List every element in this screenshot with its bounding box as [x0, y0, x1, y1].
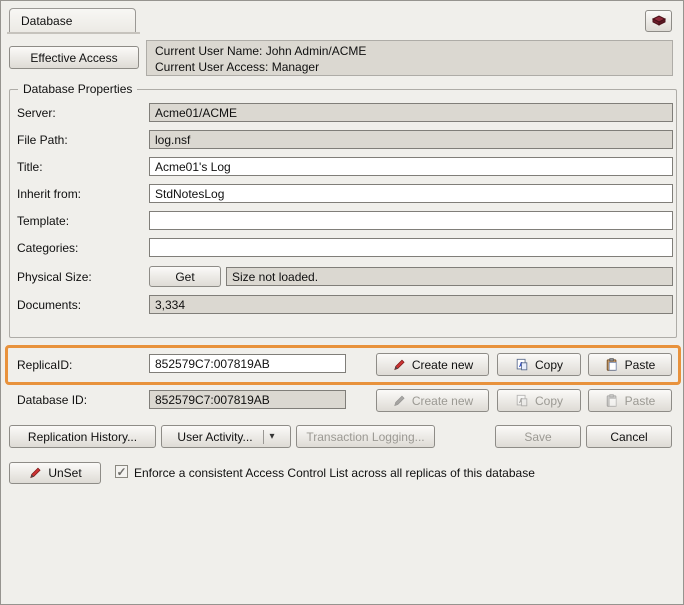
categories-field[interactable]: [149, 238, 673, 257]
replica-copy-button[interactable]: A Copy: [497, 353, 581, 376]
acl-checkbox[interactable]: ✓: [115, 465, 128, 478]
database-copy-label: Copy: [535, 394, 563, 408]
server-label: Server:: [17, 106, 56, 120]
inherit-from-field[interactable]: [149, 184, 673, 203]
replica-paste-button[interactable]: Paste: [588, 353, 672, 376]
title-label: Title:: [17, 160, 43, 174]
documents-label: Documents:: [17, 298, 81, 312]
replica-paste-label: Paste: [625, 358, 656, 372]
title-field[interactable]: [149, 157, 673, 176]
properties-icon: [651, 13, 667, 29]
replica-create-new-label: Create new: [412, 358, 473, 372]
database-copy-button[interactable]: A Copy: [497, 389, 581, 412]
database-properties-window: Database Effective Access Current User N…: [0, 0, 684, 605]
replica-id-label: ReplicaID:: [17, 358, 72, 372]
copy-icon: A: [515, 358, 529, 372]
paste-icon: [605, 358, 619, 372]
properties-icon-button[interactable]: [645, 10, 672, 32]
database-paste-label: Paste: [625, 394, 656, 408]
database-paste-button[interactable]: Paste: [588, 389, 672, 412]
physical-size-label: Physical Size:: [17, 270, 92, 284]
template-field[interactable]: [149, 211, 673, 230]
file-path-field: [149, 130, 673, 149]
tab-database[interactable]: Database: [9, 8, 136, 32]
acl-checkbox-label: Enforce a consistent Access Control List…: [134, 466, 535, 480]
user-activity-label: User Activity...: [177, 430, 252, 444]
pen-icon: [392, 394, 406, 408]
copy-icon: A: [515, 394, 529, 408]
pen-icon: [28, 466, 42, 480]
categories-label: Categories:: [17, 241, 78, 255]
current-user-info: Current User Name: John Admin/ACME Curre…: [146, 40, 673, 76]
physical-size-field: [226, 267, 673, 286]
chevron-down-icon: ▾: [270, 431, 275, 442]
server-field: [149, 103, 673, 122]
transaction-logging-button[interactable]: Transaction Logging...: [296, 425, 435, 448]
check-icon: ✓: [116, 467, 126, 477]
template-label: Template:: [17, 214, 69, 228]
database-create-new-label: Create new: [412, 394, 473, 408]
unset-label: UnSet: [48, 466, 81, 480]
current-user-name: Current User Name: John Admin/ACME: [155, 43, 664, 59]
replica-copy-label: Copy: [535, 358, 563, 372]
tab-database-label: Database: [21, 14, 72, 28]
save-button[interactable]: Save: [495, 425, 581, 448]
documents-field: [149, 295, 673, 314]
pen-icon: [392, 358, 406, 372]
inherit-from-label: Inherit from:: [17, 187, 81, 201]
replica-id-field[interactable]: [149, 354, 346, 373]
effective-access-button[interactable]: Effective Access: [9, 46, 139, 69]
current-user-access: Current User Access: Manager: [155, 59, 664, 75]
unset-button[interactable]: UnSet: [9, 462, 101, 484]
file-path-label: File Path:: [17, 133, 68, 147]
database-create-new-button[interactable]: Create new: [376, 389, 489, 412]
group-title: Database Properties: [18, 82, 137, 96]
replication-history-button[interactable]: Replication History...: [9, 425, 156, 448]
database-id-field: [149, 390, 346, 409]
paste-icon: [605, 394, 619, 408]
replica-create-new-button[interactable]: Create new: [376, 353, 489, 376]
get-button[interactable]: Get: [149, 266, 221, 287]
tab-underline: [7, 32, 140, 34]
dropdown-divider: [263, 430, 264, 444]
database-id-label: Database ID:: [17, 393, 87, 407]
cancel-button[interactable]: Cancel: [586, 425, 672, 448]
user-activity-button[interactable]: User Activity... ▾: [161, 425, 291, 448]
